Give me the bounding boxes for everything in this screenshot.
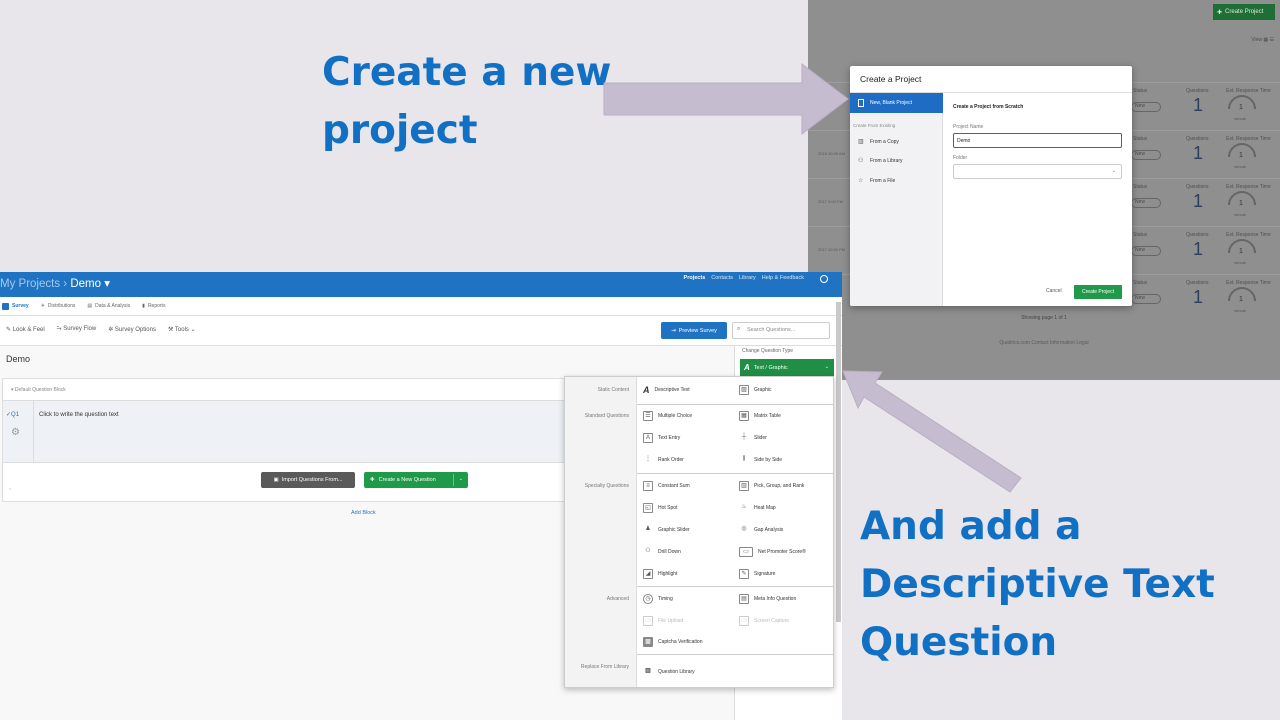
arrow-overlays xyxy=(603,62,1022,493)
arrow-to-modal xyxy=(603,62,849,136)
arrow-to-change-type xyxy=(842,370,1022,493)
